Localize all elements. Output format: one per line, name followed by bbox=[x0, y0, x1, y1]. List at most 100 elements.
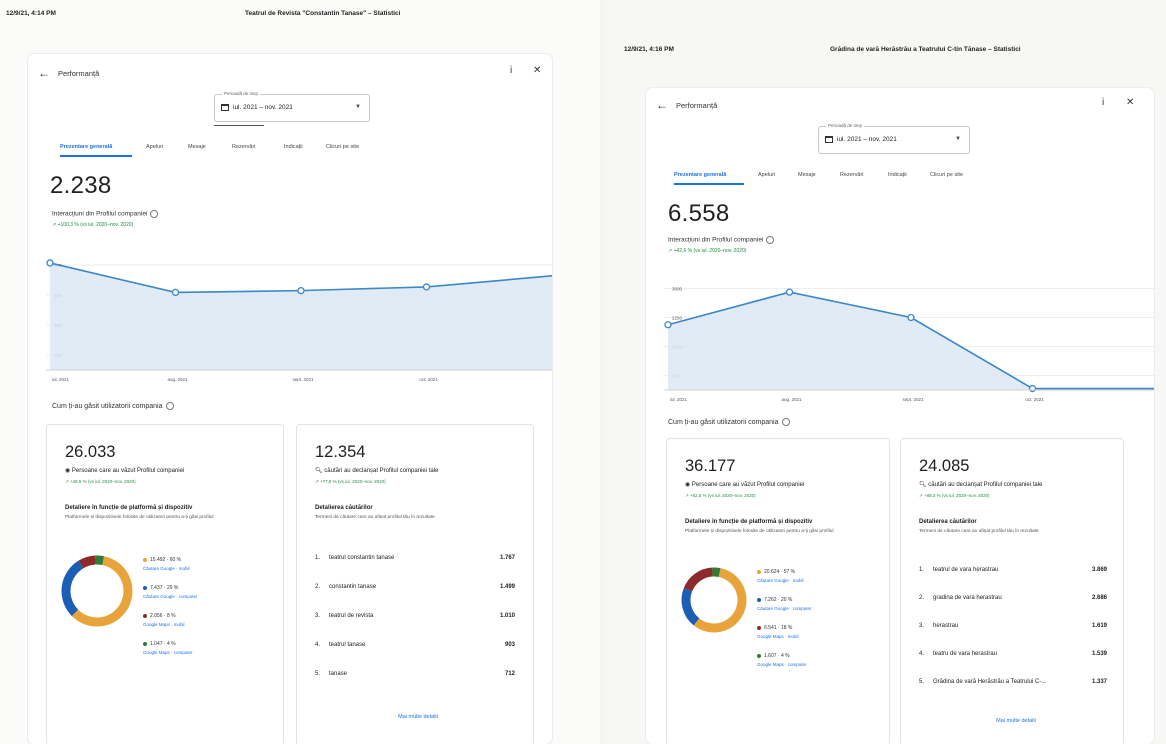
search-count: 903 bbox=[504, 642, 515, 648]
period-label: Perioadă de timp bbox=[222, 91, 261, 96]
tab-calls[interactable]: Apeluri bbox=[146, 144, 163, 150]
donut-legend-item: 7.262 · 20 % Căutare Google · computer bbox=[757, 597, 812, 611]
search-count: 1.010 bbox=[499, 613, 515, 619]
search-term: teatrul de revista bbox=[329, 613, 374, 619]
row-index: 4. bbox=[315, 642, 321, 648]
interactions-label-text: Interacțiuni din Profilul companiei bbox=[52, 210, 148, 218]
active-tab-indicator bbox=[674, 183, 744, 185]
help-icon[interactable] bbox=[150, 210, 159, 218]
tab-website-clicks[interactable]: Clicuri pe site bbox=[930, 172, 963, 178]
tab-calls[interactable]: Apeluri bbox=[758, 172, 775, 178]
tab-bar: Prezentare generală Apeluri Mesaje Rezer… bbox=[60, 144, 530, 154]
interactions-total: 6.558 bbox=[668, 200, 730, 227]
more-details-button[interactable]: Mai multe detalii bbox=[956, 718, 1076, 724]
search-count: 1.619 bbox=[1091, 623, 1107, 629]
donut-slice bbox=[61, 560, 84, 616]
search-term: herastrau bbox=[933, 623, 959, 629]
legend-value: 1.607 · 4 % bbox=[764, 653, 790, 659]
tab-website-clicks[interactable]: Clicuri pe site bbox=[326, 144, 359, 150]
search-detail-desc: Termeni de căutare care au afișat profil… bbox=[315, 515, 435, 520]
data-point[interactable] bbox=[785, 288, 794, 296]
interactions-trend: ↗ +42,6 % (vs iul. 2020–nov. 2020) bbox=[668, 248, 747, 254]
data-point[interactable] bbox=[907, 313, 915, 322]
donut-slice bbox=[683, 567, 714, 592]
performance-panel: ← Performanță i ✕ Perioadă de timp iul. … bbox=[28, 54, 552, 744]
area-fill bbox=[50, 262, 552, 370]
found-title: Cum ți-au găsit utilizatorii compania bbox=[668, 418, 790, 426]
more-details-button[interactable]: Mai multe detalii bbox=[358, 714, 478, 720]
row-index: 5. bbox=[919, 679, 925, 685]
x-tick-label: sept. 2021 bbox=[902, 397, 924, 402]
data-point[interactable] bbox=[171, 288, 180, 297]
searches-total: 24.085 bbox=[919, 457, 970, 475]
legend-value: 7.437 · 29 % bbox=[150, 585, 179, 591]
views-total: 36.177 bbox=[685, 457, 736, 475]
search-term-row: 4. teatrul tanase 903 bbox=[315, 642, 515, 652]
x-tick-label: aug. 2021 bbox=[167, 377, 188, 382]
info-icon[interactable]: i bbox=[1102, 97, 1104, 108]
views-box: 36.177 ◉ Persoane care au văzut Profilul… bbox=[666, 438, 890, 744]
search-term-row: 5. Grădina de vară Herăstrău a Teatrului … bbox=[919, 679, 1107, 689]
help-icon[interactable] bbox=[781, 418, 790, 426]
period-select[interactable]: Perioadă de timp iul. 2021 – nov. 2021 ▼ bbox=[818, 123, 970, 154]
close-icon[interactable]: ✕ bbox=[1126, 97, 1134, 108]
tab-overview[interactable]: Prezentare generală bbox=[60, 144, 112, 150]
platform-donut bbox=[61, 555, 133, 627]
search-detail-title: Detalierea căutărilor bbox=[315, 505, 373, 511]
help-icon[interactable] bbox=[165, 402, 174, 410]
search-term: Grădina de vară Herăstrău a Teatrului C-… bbox=[933, 679, 1047, 685]
print-title: Teatrul de Revista "Constantin Tanase" –… bbox=[245, 10, 401, 17]
search-count: 1.539 bbox=[1091, 651, 1107, 657]
help-icon[interactable] bbox=[766, 236, 775, 244]
tab-bookings[interactable]: Rezervări bbox=[840, 172, 864, 178]
data-point[interactable] bbox=[297, 286, 305, 295]
x-tick-label: aug. 2021 bbox=[781, 397, 802, 402]
tab-bookings[interactable]: Rezervări bbox=[232, 144, 256, 150]
data-point[interactable] bbox=[422, 283, 431, 291]
back-arrow-icon[interactable]: ← bbox=[38, 66, 50, 80]
legend-source: Căutare Google · computer bbox=[143, 594, 198, 599]
donut-legend-item: 2.056 · 8 % Google Maps · mobil bbox=[143, 613, 185, 627]
close-icon[interactable]: ✕ bbox=[533, 65, 541, 76]
search-term: teatrul tanase bbox=[329, 642, 366, 648]
period-select[interactable]: Perioadă de timp iul. 2021 – nov. 2021 ▼ bbox=[214, 91, 370, 122]
tab-messages[interactable]: Mesaje bbox=[188, 144, 206, 150]
chevron-down-icon: ▼ bbox=[955, 136, 961, 142]
performance-panel: ← Performanță i ✕ Perioadă de timp iul. … bbox=[646, 88, 1154, 744]
searches-trend: ↗ +77,8 % (vs iul. 2020–nov. 2020) bbox=[315, 479, 386, 484]
info-icon[interactable]: i bbox=[510, 65, 512, 76]
legend-dot bbox=[143, 641, 147, 646]
search-count: 2.686 bbox=[1091, 595, 1107, 601]
x-tick-label: sept. 2021 bbox=[292, 377, 314, 382]
legend-source: Căutare Google · mobil bbox=[143, 566, 190, 571]
donut-legend-item: 1.607 · 4 % Google Maps · computer bbox=[757, 653, 807, 667]
donut-legend-item: 7.437 · 29 % Căutare Google · computer bbox=[143, 585, 198, 599]
row-index: 2. bbox=[315, 584, 321, 590]
search-term-row: 3. teatrul de revista 1.010 bbox=[315, 613, 515, 623]
search-term: gradina de vara herastrau bbox=[933, 595, 1002, 601]
search-term: teatru de vara herastrau bbox=[933, 651, 998, 657]
print-title: Grădina de vară Herăstrău a Teatrului C-… bbox=[830, 46, 1021, 53]
tab-directions[interactable]: Indicații bbox=[888, 172, 907, 178]
views-label: ◉ Persoane care au văzut Profilul compan… bbox=[685, 482, 805, 488]
legend-dot bbox=[757, 569, 761, 574]
interactions-total: 2.238 bbox=[50, 172, 112, 199]
row-index: 4. bbox=[919, 651, 925, 657]
search-term: teatrul de vara herastrau bbox=[933, 567, 999, 573]
tab-overview[interactable]: Prezentare generală bbox=[674, 172, 726, 178]
data-point[interactable] bbox=[664, 321, 672, 329]
y-tick-label: 3000 bbox=[672, 287, 683, 292]
donut-slice bbox=[95, 555, 105, 566]
tab-directions[interactable]: Indicații bbox=[284, 144, 303, 150]
tab-messages[interactable]: Mesaje bbox=[798, 172, 816, 178]
legend-value: 20.624 · 57 % bbox=[764, 569, 796, 575]
interactions-trend-text: +100,3 % (vs iul. 2020–nov. 2020) bbox=[57, 222, 134, 228]
search-term-row: 5. tanase 712 bbox=[315, 671, 515, 681]
back-arrow-icon[interactable]: ← bbox=[656, 98, 668, 112]
x-tick-label: oct. 2021 bbox=[1025, 397, 1044, 402]
data-point[interactable] bbox=[46, 259, 54, 267]
row-index: 3. bbox=[919, 623, 925, 629]
period-value: iul. 2021 – nov. 2021 bbox=[233, 104, 293, 111]
data-point[interactable] bbox=[1028, 384, 1037, 393]
views-trend: ↗ +62,5 % (vs iul. 2020–nov. 2020) bbox=[685, 493, 756, 498]
